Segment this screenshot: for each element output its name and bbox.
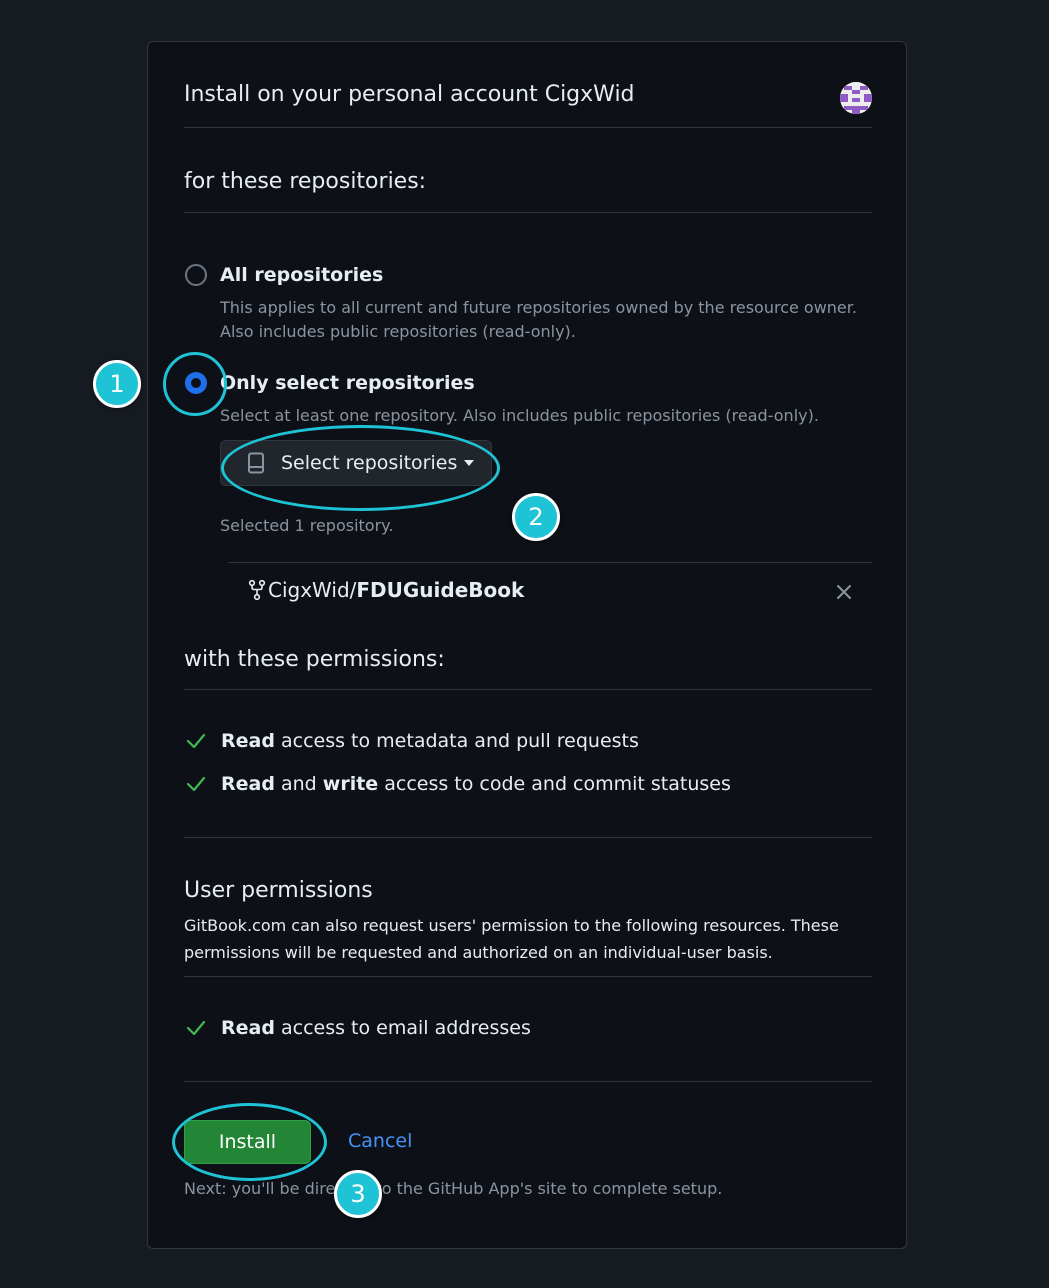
divider: [228, 562, 872, 563]
annotation-ring: [221, 425, 500, 511]
fork-icon: [248, 579, 266, 601]
permission-level: write: [322, 773, 379, 795]
option-only-select-label[interactable]: Only select repositories: [220, 372, 475, 394]
permissions-heading: with these permissions:: [184, 647, 445, 672]
user-permissions-description: GitBook.com can also request users' perm…: [184, 916, 839, 962]
permission-item: Read and write access to code and commit…: [185, 773, 731, 795]
annotation-ring: [163, 352, 227, 416]
annotation-badge-1: 1: [93, 360, 141, 408]
permission-level: Read: [221, 773, 275, 795]
annotation-badge-2: 2: [512, 493, 560, 541]
permission-text: access to email addresses: [274, 1017, 531, 1039]
permission-item: Read access to metadata and pull request…: [185, 730, 639, 752]
install-card: Install on your personal account CigxWid…: [147, 41, 907, 1249]
divider: [184, 976, 872, 977]
divider: [184, 689, 872, 690]
radio-all-repositories[interactable]: [185, 264, 207, 286]
repo-owner: CigxWid/: [268, 578, 357, 602]
selected-count: Selected 1 repository.: [220, 516, 394, 535]
permission-text: and: [274, 773, 323, 795]
divider: [184, 837, 872, 838]
option-only-select-description: Select at least one repository. Also inc…: [220, 406, 819, 425]
next-step-note: Next: you'll be directed to the GitHub A…: [184, 1179, 723, 1198]
selected-repo-row: CigxWid/FDUGuideBook: [248, 578, 524, 602]
avatar[interactable]: [840, 82, 872, 114]
annotation-ring: [172, 1103, 327, 1181]
permission-item: Read access to email addresses: [185, 1017, 531, 1039]
option-all-repositories-description: This applies to all current and future r…: [220, 298, 857, 341]
check-icon: [186, 776, 206, 792]
check-icon: [186, 1020, 206, 1036]
divider: [184, 212, 872, 213]
cancel-link[interactable]: Cancel: [348, 1130, 412, 1152]
user-permissions-heading: User permissions: [184, 878, 373, 903]
option-all-repositories-label[interactable]: All repositories: [220, 264, 383, 286]
permission-level: Read: [221, 1017, 275, 1039]
permission-text: access to metadata and pull requests: [274, 730, 639, 752]
permission-level: Read: [221, 730, 275, 752]
repositories-heading: for these repositories:: [184, 169, 427, 194]
check-icon: [186, 733, 206, 749]
identicon-icon: [840, 82, 872, 114]
divider: [184, 127, 872, 128]
repo-name[interactable]: FDUGuideBook: [356, 578, 524, 602]
divider: [184, 1081, 872, 1082]
page-title: Install on your personal account CigxWid: [184, 82, 635, 107]
permission-text: access to code and commit statuses: [378, 773, 731, 795]
remove-repo-close-icon[interactable]: [836, 584, 852, 600]
annotation-badge-3: 3: [334, 1170, 382, 1218]
